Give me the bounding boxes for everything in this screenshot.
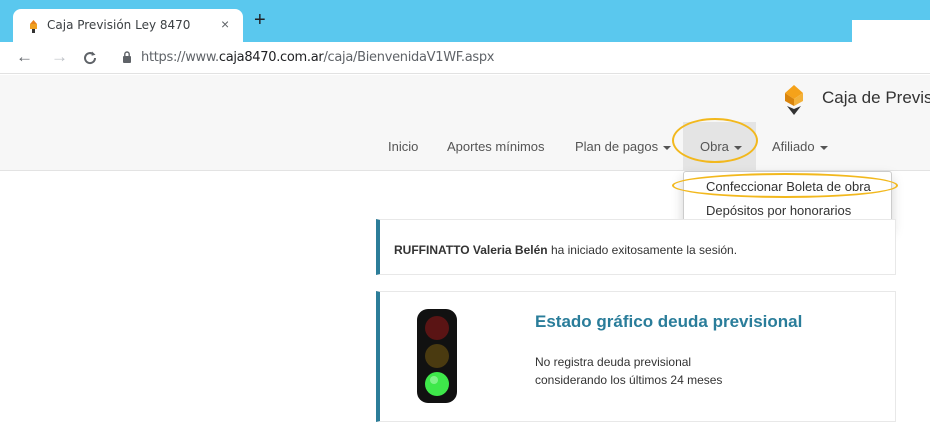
browser-toolbar: ← → https://www.caja8470.com.ar/caja/Bie… — [0, 42, 930, 74]
window-controls-area — [852, 20, 930, 42]
welcome-panel: RUFFINATTO Valeria Belén ha iniciado exi… — [376, 219, 896, 275]
caret-down-icon — [663, 145, 672, 150]
menu-aportes-minimos[interactable]: Aportes mínimos — [447, 139, 545, 154]
new-tab-button[interactable]: + — [254, 10, 266, 30]
menu-plan-label: Plan de pagos — [575, 139, 659, 154]
reload-icon[interactable] — [82, 50, 98, 66]
forward-arrow-icon[interactable]: → — [51, 48, 68, 66]
browser-tab-strip: Caja Previsión Ley 8470 × + — [0, 0, 930, 42]
url-path: /caja/BienvenidaV1WF.aspx — [323, 50, 495, 65]
url-prefix: https://www. — [141, 50, 219, 65]
tab-title: Caja Previsión Ley 8470 — [47, 18, 191, 32]
estado-deuda-panel: Estado gráfico deuda previsional No regi… — [376, 291, 896, 422]
menu-afiliado-label: Afiliado — [772, 139, 815, 154]
estado-title: Estado gráfico deuda previsional — [535, 312, 803, 331]
highlight-circle-obra — [672, 118, 758, 163]
site-favicon-icon — [30, 20, 37, 33]
welcome-text: ha iniciado exitosamente la sesión. — [550, 243, 738, 257]
back-arrow-icon[interactable]: ← — [16, 48, 33, 66]
highlight-circle-confeccionar — [672, 173, 898, 198]
welcome-message: RUFFINATTO Valeria Belén ha iniciado exi… — [394, 243, 737, 257]
tab-close-icon[interactable]: × — [221, 16, 229, 32]
menu-afiliado[interactable]: Afiliado — [772, 139, 828, 154]
traffic-light-icon — [417, 309, 457, 403]
menu-inicio[interactable]: Inicio — [388, 139, 418, 154]
user-name: RUFFINATTO Valeria Belén — [394, 243, 548, 257]
page-content: Caja de Previs Inicio Aportes mínimos Pl… — [0, 75, 930, 443]
estado-line-2: considerando los últimos 24 meses — [535, 373, 723, 387]
brand-name[interactable]: Caja de Previs — [822, 88, 930, 108]
brand-logo-icon — [785, 85, 803, 115]
menu-plan-de-pagos[interactable]: Plan de pagos — [575, 139, 672, 154]
estado-line-1: No registra deuda previsional — [535, 355, 692, 369]
site-navbar: Caja de Previs Inicio Aportes mínimos Pl… — [0, 75, 930, 171]
browser-tab[interactable]: Caja Previsión Ley 8470 × — [13, 9, 243, 42]
address-bar[interactable]: https://www.caja8470.com.ar/caja/Bienven… — [141, 50, 494, 65]
lock-icon — [123, 51, 131, 63]
dropdown-depositos-honorarios[interactable]: Depósitos por honorarios — [706, 203, 851, 218]
url-domain: caja8470.com.ar — [218, 50, 324, 65]
caret-down-icon — [819, 145, 828, 150]
